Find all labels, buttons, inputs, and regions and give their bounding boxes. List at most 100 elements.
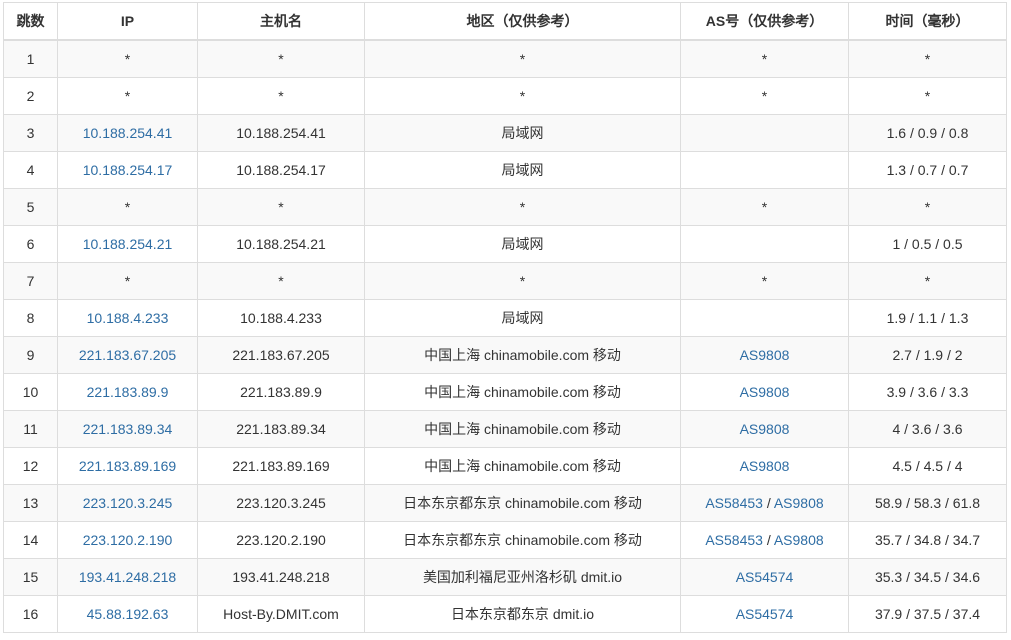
table-row: 7 * * * * * [3,262,1007,300]
hostname-cell: 10.188.254.41 [197,114,365,152]
as-link[interactable]: AS9808 [740,347,790,363]
time-cell: * [848,262,1007,300]
time-cell: 35.7 / 34.8 / 34.7 [848,521,1007,559]
time-cell: * [848,39,1007,78]
table-row: 2 * * * * * [3,77,1007,115]
as-cell: AS58453 / AS9808 [680,521,849,559]
header-row: 跳数 IP 主机名 地区（仅供参考） AS号（仅供参考） 时间（毫秒） [3,2,1007,41]
hop-cell: 8 [3,299,58,337]
hop-cell: 14 [3,521,58,559]
time-cell: 4.5 / 4.5 / 4 [848,447,1007,485]
as-link[interactable]: AS9808 [774,532,824,548]
time-cell: 3.9 / 3.6 / 3.3 [848,373,1007,411]
as-link[interactable]: AS9808 [740,384,790,400]
hop-cell: 15 [3,558,58,596]
ip-cell-link[interactable]: 221.183.89.34 [83,421,173,437]
ip-cell-link[interactable]: 193.41.248.218 [79,569,176,585]
hop-cell: 16 [3,595,58,633]
hop-cell: 1 [3,39,58,78]
as-cell: * [680,188,849,226]
as-link[interactable]: AS9808 [740,458,790,474]
as-cell: AS9808 [680,336,849,374]
ip-cell-link[interactable]: 221.183.89.9 [87,384,169,400]
hostname-cell: 10.188.4.233 [197,299,365,337]
ip-cell: 193.41.248.218 [57,558,198,596]
ip-cell-link[interactable]: 221.183.67.205 [79,347,176,363]
region-cell: 美国加利福尼亚州洛杉矶 dmit.io [364,558,681,596]
table-header: 跳数 IP 主机名 地区（仅供参考） AS号（仅供参考） 时间（毫秒） [3,2,1007,41]
hostname-cell: 221.183.89.9 [197,373,365,411]
as-cell: * [680,39,849,78]
hostname-cell: 223.120.2.190 [197,521,365,559]
region-cell: 局域网 [364,114,681,152]
region-cell: 中国上海 chinamobile.com 移动 [364,410,681,448]
as-cell [680,225,849,263]
header-as: AS号（仅供参考） [680,2,849,41]
as-cell [680,151,849,189]
ip-cell: * [57,39,198,78]
ip-cell: 10.188.254.41 [57,114,198,152]
time-cell: 1 / 0.5 / 0.5 [848,225,1007,263]
as-link[interactable]: AS9808 [740,421,790,437]
table-row: 5 * * * * * [3,188,1007,226]
hostname-cell: * [197,39,365,78]
table-row: 9 221.183.67.205 221.183.67.205 中国上海 chinam… [3,336,1007,374]
hostname-cell: 223.120.3.245 [197,484,365,522]
as-cell: AS58453 / AS9808 [680,484,849,522]
table-row: 4 10.188.254.17 10.188.254.17 局域网 1.3 / 0.7 … [3,151,1007,189]
as-separator: / [762,495,774,511]
hop-cell: 9 [3,336,58,374]
header-hostname: 主机名 [197,2,365,41]
hop-cell: 3 [3,114,58,152]
hostname-cell: * [197,77,365,115]
hop-cell: 4 [3,151,58,189]
as-cell [680,299,849,337]
ip-cell-link[interactable]: 10.188.254.41 [83,125,173,141]
header-time: 时间（毫秒） [848,2,1007,41]
ip-cell-link[interactable]: 45.88.192.63 [87,606,169,622]
table-body: 1 * * * * * 2 * * * * * 3 10.188.254.41 10.188.254.41 局… [3,39,1007,633]
as-cell: * [680,262,849,300]
ip-cell: 221.183.67.205 [57,336,198,374]
as-value: * [761,199,768,215]
header-region: 地区（仅供参考） [364,2,681,41]
time-cell: * [848,188,1007,226]
table-row: 8 10.188.4.233 10.188.4.233 局域网 1.9 / 1.1 / … [3,299,1007,337]
as-cell: AS9808 [680,410,849,448]
ip-cell: * [57,188,198,226]
as-cell: AS54574 [680,558,849,596]
as-link[interactable]: AS9808 [774,495,824,511]
table-row: 11 221.183.89.34 221.183.89.34 中国上海 chinamo… [3,410,1007,448]
region-cell: 中国上海 chinamobile.com 移动 [364,447,681,485]
as-cell: AS9808 [680,447,849,485]
ip-cell: 221.183.89.169 [57,447,198,485]
as-separator: / [762,532,774,548]
as-cell [680,114,849,152]
ip-cell-link[interactable]: 221.183.89.169 [79,458,176,474]
ip-cell: 45.88.192.63 [57,595,198,633]
time-cell: 4 / 3.6 / 3.6 [848,410,1007,448]
as-link[interactable]: AS54574 [736,606,794,622]
table-row: 16 45.88.192.63 Host-By.DMIT.com 日本东京都东京 dm… [3,595,1007,633]
ip-cell-link[interactable]: 223.120.3.245 [83,495,173,511]
as-value: * [761,51,768,67]
as-link[interactable]: AS54574 [736,569,794,585]
hostname-cell: 221.183.89.169 [197,447,365,485]
hop-cell: 10 [3,373,58,411]
region-cell: * [364,39,681,78]
ip-cell: 10.188.4.233 [57,299,198,337]
ip-cell: 221.183.89.9 [57,373,198,411]
region-cell: 日本东京都东京 chinamobile.com 移动 [364,521,681,559]
time-cell: 58.9 / 58.3 / 61.8 [848,484,1007,522]
ip-cell-link[interactable]: 10.188.254.21 [83,236,173,252]
as-link[interactable]: AS58453 [705,532,763,548]
hop-cell: 11 [3,410,58,448]
hostname-cell: 221.183.67.205 [197,336,365,374]
as-link[interactable]: AS58453 [705,495,763,511]
table-row: 15 193.41.248.218 193.41.248.218 美国加利福尼亚州洛杉… [3,558,1007,596]
region-cell: 局域网 [364,299,681,337]
ip-cell-link[interactable]: 10.188.254.17 [83,162,173,178]
hop-cell: 5 [3,188,58,226]
ip-cell-link[interactable]: 223.120.2.190 [83,532,173,548]
ip-cell-link[interactable]: 10.188.4.233 [87,310,169,326]
